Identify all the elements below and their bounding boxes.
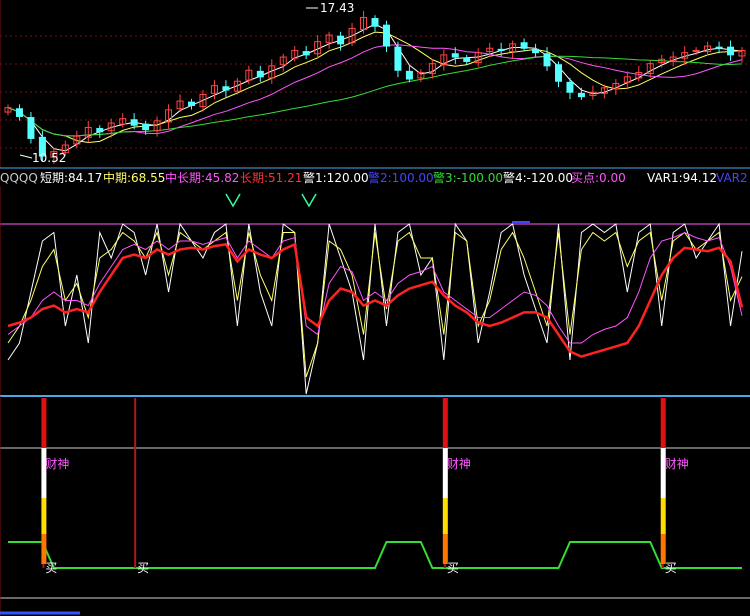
candle-body [555,64,562,82]
candle-body [188,101,195,106]
signal-bar-orange [41,534,47,564]
signal-bar-orange [442,534,448,564]
buy-label: 买 [447,561,459,575]
candle-body [394,46,402,71]
buy-label: 买 [665,561,677,575]
candle-body [532,48,540,54]
signal-bar-red [442,398,448,448]
candle-body [715,46,723,49]
header-item: 警2:100.00 [368,170,434,185]
buy-label: 买 [45,561,57,575]
candle-body [256,70,264,78]
candle-body [15,108,23,117]
candle-body [337,35,345,45]
candle-body [577,92,585,98]
header-item: 买点:0.00 [571,171,626,185]
signal-bar-white [41,448,47,498]
header-item: 长期:51.21 [240,171,302,185]
candle-body [96,128,104,133]
candle-body [451,53,459,58]
candle-body [142,123,150,131]
signal-bar-red [41,398,47,448]
low-price-label: 10.52 [32,151,66,165]
candle-body [27,117,35,139]
signal-bar-orange [660,534,666,564]
candle-body [371,18,379,27]
header-item: 警4:-120.00 [503,170,573,185]
signal-label: 财神 [447,457,471,471]
header-item: 警1:120.00 [303,170,369,185]
candle-body [727,46,735,56]
header-item: VAR2 [716,171,748,185]
signal-label: 财神 [45,457,69,471]
signal-bar-yellow [41,498,47,534]
header-item: QQQQ [0,171,38,185]
high-price-label: 17.43 [320,1,354,15]
signal-bar-white [660,448,666,498]
stock-chart: 17.43 10.52 QQQQ 短期:84.17 中期:68.55 中长期:45.8… [0,0,750,616]
signal-bar-red [660,398,666,448]
candle-body [497,48,505,51]
candle-body [302,51,310,56]
candle-body [382,24,390,47]
candle-body [543,53,551,67]
candle-body [566,81,574,93]
signal-bar-yellow [442,498,448,534]
header-item: 中长期:45.82 [165,170,239,185]
buy-label: 买 [137,561,149,575]
candle-body [222,86,230,91]
header-item: VAR1:94.12 [647,171,717,185]
header-item: 短期:84.17 [40,171,102,185]
signal-bar-yellow [660,498,666,534]
candle-body [520,42,528,49]
signal-label: 财神 [665,457,689,471]
signal-bar-white [442,448,448,498]
candle-body [130,119,138,126]
header-item: 警3:-100.00 [433,170,503,185]
header-item: 中期:68.55 [103,170,165,185]
candle-body [405,70,413,80]
candle-body [463,57,471,62]
